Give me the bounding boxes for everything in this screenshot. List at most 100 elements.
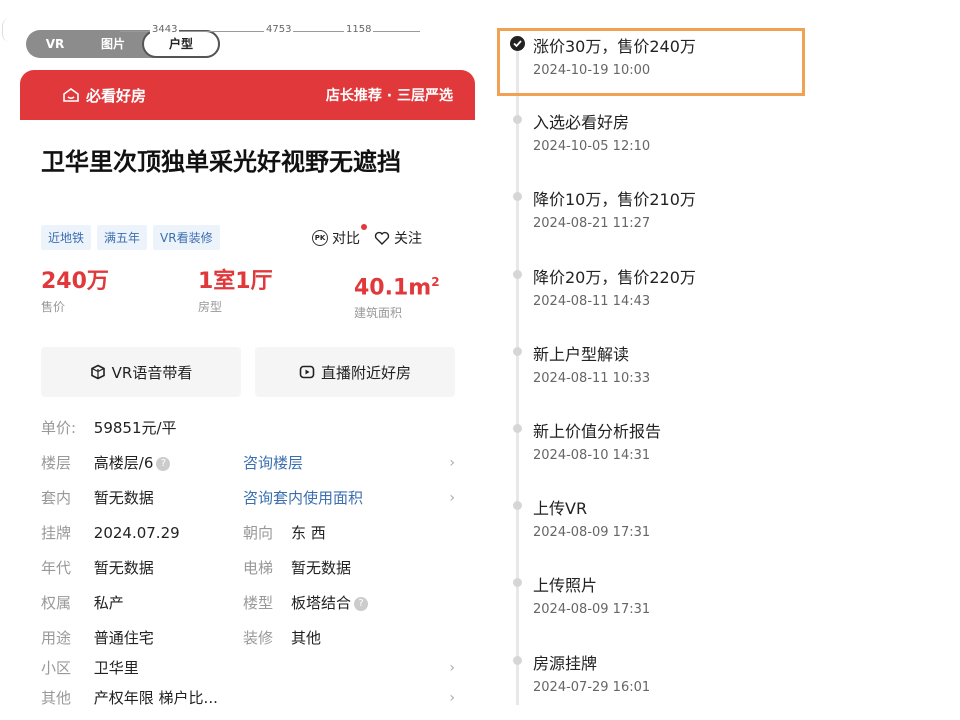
timeline-dot <box>513 501 522 510</box>
timeline-event: 降价20万，售价220万 <box>533 268 696 287</box>
info-row-inner-area[interactable]: 套内 暂无数据 咨询套内使用面积 › <box>41 486 455 510</box>
info-pair-decoration: 装修 其他 <box>243 626 321 650</box>
banner-slogan: 店长推荐 · 三层严选 <box>325 88 453 104</box>
timeline-event: 上传照片 <box>533 576 598 595</box>
vr-voice-tour-button[interactable]: VR语音带看 <box>41 347 241 397</box>
info-value: 其他 <box>291 629 322 647</box>
info-pair-elevator: 电梯 暂无数据 <box>243 556 351 580</box>
dimension-label: 1158 <box>344 24 374 35</box>
ask-inner-area-link[interactable]: 咨询套内使用面积 <box>243 486 363 510</box>
follow-button[interactable]: 关注 <box>374 228 422 248</box>
timeline-event: 入选必看好房 <box>533 113 630 132</box>
info-value: 暂无数据 <box>93 559 154 577</box>
info-value: 私产 <box>93 594 124 612</box>
timeline-event: 上传VR <box>533 499 588 518</box>
info-row-other[interactable]: 其他 产权年限 梯户比... › <box>41 686 455 710</box>
timeline-event: 新上价值分析报告 <box>533 422 662 441</box>
info-label: 用途 <box>41 629 72 647</box>
stat-layout: 1室1厅 房型 <box>198 268 273 315</box>
info-row-unit-price: 单价: 59851元/平 <box>41 416 455 440</box>
info-row-community[interactable]: 小区 卫华里 › <box>41 656 455 680</box>
info-value: 暂无数据 <box>291 559 352 577</box>
action-buttons: VR语音带看 直播附近好房 <box>41 347 455 397</box>
recommend-banner: 必看好房 店长推荐 · 三层严选 <box>20 70 475 120</box>
timeline-time: 2024-07-29 16:01 <box>533 680 651 695</box>
stat-area: 40.1m2 建筑面积 <box>354 268 440 321</box>
info-label: 电梯 <box>243 559 274 577</box>
info-label: 权属 <box>41 594 72 612</box>
info-label: 楼层 <box>41 454 72 472</box>
pk-icon: PK <box>312 230 328 246</box>
info-label: 挂牌 <box>41 524 72 542</box>
timeline-dot <box>513 347 522 356</box>
heart-icon <box>374 231 390 245</box>
info-value: 东 西 <box>291 524 326 542</box>
tab-photos[interactable]: 图片 <box>84 30 142 58</box>
home-icon <box>63 88 79 102</box>
button-label: VR语音带看 <box>111 363 193 382</box>
tag-list: 近地铁 满五年 VR看装修 <box>41 225 220 250</box>
timeline-dot <box>513 270 522 279</box>
timeline-time: 2024-08-11 14:43 <box>533 294 651 309</box>
help-icon[interactable]: ? <box>354 596 369 611</box>
listing-card: 必看好房 店长推荐 · 三层严选 卫华里次顶独单采光好视野无遮挡 近地铁 满五年… <box>20 70 475 720</box>
tag: 满五年 <box>97 225 148 250</box>
dimension-label: 3443 <box>150 24 180 35</box>
timeline-dot <box>513 115 522 124</box>
timeline-time: 2024-10-05 12:10 <box>533 139 651 154</box>
info-row-ownership: 权属 私产 楼型 板塔结合? <box>41 591 455 615</box>
stat-value: 40.1m2 <box>354 268 440 302</box>
info-value: 板塔结合 <box>291 594 352 612</box>
info-pair-orientation: 朝向东 西 <box>243 521 326 545</box>
info-row-floor[interactable]: 楼层 高楼层/6? 咨询楼层 › <box>41 451 455 475</box>
timeline-dot <box>513 656 522 665</box>
live-nearby-button[interactable]: 直播附近好房 <box>255 347 455 397</box>
live-play-icon <box>299 365 315 379</box>
listing-actions: PK 对比 关注 <box>312 224 422 248</box>
timeline-track <box>516 45 519 705</box>
follow-label: 关注 <box>394 231 422 247</box>
timeline-time: 2024-08-10 14:31 <box>533 448 651 463</box>
timeline-dot <box>513 192 522 201</box>
tab-vr[interactable]: VR <box>26 30 84 58</box>
ask-floor-link[interactable]: 咨询楼层 <box>243 451 303 475</box>
dimension-label: 4753 <box>264 24 294 35</box>
chevron-right-icon[interactable]: › <box>449 451 455 475</box>
chevron-right-icon[interactable]: › <box>449 656 455 680</box>
info-value: 卫华里 <box>93 659 139 677</box>
tag: 近地铁 <box>41 225 92 250</box>
stat-label: 房型 <box>198 300 223 314</box>
info-label: 单价: <box>41 419 77 437</box>
vr-cube-icon <box>90 364 105 380</box>
info-row-usage: 用途 普通住宅 装修 其他 <box>41 626 455 650</box>
stat-price: 240万 售价 <box>41 268 109 315</box>
area-unit-sup: 2 <box>431 275 440 289</box>
timeline-dot <box>513 578 522 587</box>
stat-value: 1室1厅 <box>198 269 273 294</box>
chevron-right-icon[interactable]: › <box>449 486 455 510</box>
timeline-dot <box>513 424 522 433</box>
prev-panel-edge <box>2 18 10 42</box>
timeline-time: 2024-08-09 17:31 <box>533 525 651 540</box>
info-label: 套内 <box>41 489 72 507</box>
compare-button[interactable]: PK 对比 <box>312 224 367 248</box>
listing-history-timeline: 涨价30万，售价240万 2024-10-19 10:00 入选必看好房 202… <box>505 30 805 720</box>
info-value: 2024.07.29 <box>93 524 180 542</box>
info-label: 楼型 <box>243 594 274 612</box>
info-label: 年代 <box>41 559 72 577</box>
info-row-year: 年代 暂无数据 电梯 暂无数据 <box>41 556 455 580</box>
stat-value: 240万 <box>41 269 109 294</box>
info-label: 小区 <box>41 659 72 677</box>
timeline-event: 新上户型解读 <box>533 345 630 364</box>
timeline-event: 房源挂牌 <box>533 654 598 673</box>
chevron-right-icon[interactable]: › <box>449 686 455 710</box>
timeline-time: 2024-08-09 17:31 <box>533 602 651 617</box>
info-label: 其他 <box>41 689 72 707</box>
tag[interactable]: VR看装修 <box>153 225 220 250</box>
timeline-event: 降价10万，售价210万 <box>533 190 696 209</box>
timeline-time: 2024-08-11 10:33 <box>533 371 651 386</box>
info-pair-building-type: 楼型 板塔结合? <box>243 591 369 615</box>
help-icon[interactable]: ? <box>156 456 171 471</box>
listing-title: 卫华里次顶独单采光好视野无遮挡 <box>41 148 401 176</box>
timeline-time: 2024-08-21 11:27 <box>533 216 651 231</box>
